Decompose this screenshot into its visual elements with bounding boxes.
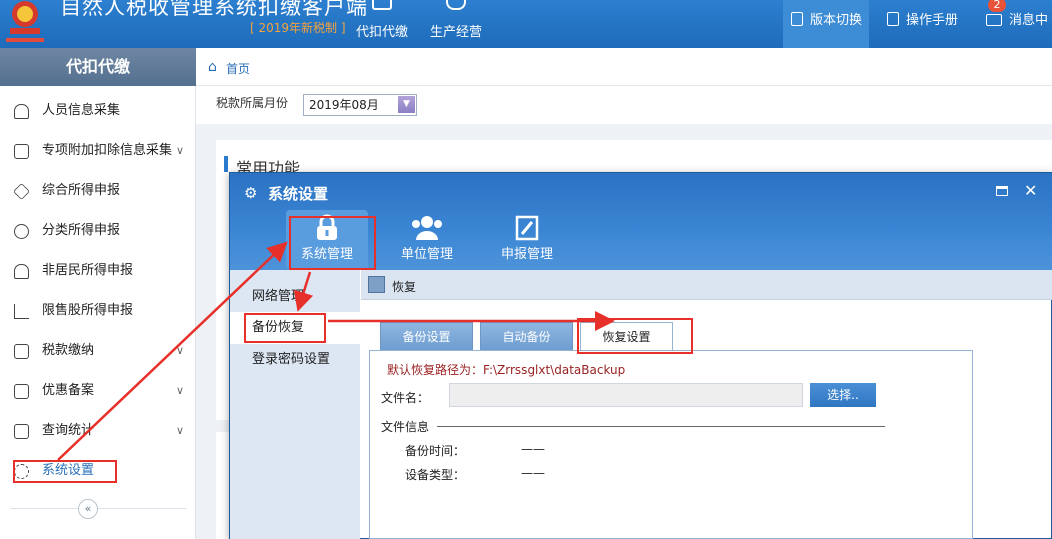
tax-emblem-logo [6, 1, 44, 42]
wallet-icon [372, 0, 392, 10]
dialog-nav-login-password[interactable]: 登录密码设置 [230, 344, 360, 376]
gear-icon: ⚙ [244, 184, 258, 202]
restore-button[interactable]: 恢复 [392, 278, 416, 295]
sidebar-item-classified-income[interactable]: 分类所得申报 [0, 211, 196, 251]
filename-label: 文件名： [381, 391, 430, 405]
manual-label: 操作手册 [906, 13, 959, 28]
app-subtitle: [ 2019年新税制 ] [250, 21, 346, 35]
breadcrumb-home[interactable]: 首页 [226, 60, 250, 77]
sidebar-item-label: 分类所得申报 [42, 223, 121, 238]
dialog-nav-network[interactable]: 网络管理 [230, 281, 360, 313]
device-type-label: 设备类型： [405, 468, 466, 482]
book-icon [887, 12, 899, 26]
sidebar-item-nonresident-income[interactable]: 非居民所得申报 [0, 251, 196, 291]
sidebar-item-tax-payment[interactable]: 税款缴纳 ∨ [0, 331, 196, 371]
version-switch-label: 版本切换 [810, 13, 863, 28]
topnav-daikou-label: 代扣代缴 [355, 25, 408, 40]
sidebar-item-person-info[interactable]: 人员信息采集 [0, 91, 196, 131]
tab-unit-management-label: 单位管理 [400, 247, 453, 262]
annotation-box-backup-restore [244, 313, 326, 343]
filename-input[interactable] [449, 383, 803, 407]
message-count-badge: 2 [988, 0, 1006, 12]
edit-document-icon [515, 215, 539, 241]
restore-icon[interactable] [368, 276, 385, 293]
sidebar-item-query-stats[interactable]: 查询统计 ∨ [0, 411, 196, 451]
bar-chart-icon [14, 304, 29, 319]
sidebar-item-comprehensive-income[interactable]: 综合所得申报 [0, 171, 196, 211]
chevron-down-icon: ∨ [175, 424, 184, 437]
section-marker [224, 156, 228, 172]
pie-icon [14, 224, 29, 239]
default-restore-path: 默认恢复路径为：F:\Zrrssglxt\dataBackup [387, 363, 626, 377]
topnav-shengchan-label: 生产经营 [429, 25, 482, 40]
mail-icon [986, 14, 1002, 26]
document-icon [14, 384, 29, 399]
version-switch-button[interactable]: 版本切换 [783, 0, 869, 48]
dialog-title: 系统设置 [268, 185, 329, 203]
sidebar-item-restricted-shares[interactable]: 限售股所得申报 [0, 291, 196, 331]
sidebar-item-label: 非居民所得申报 [42, 263, 134, 278]
tab-report-management-label: 申报管理 [500, 247, 553, 262]
dialog-toolbar [361, 270, 1052, 300]
device-type-value: —— [521, 466, 545, 480]
app-title: 自然人税收管理系统扣缴客户端 [60, 0, 368, 19]
chevron-down-icon: ∨ [175, 144, 184, 157]
subtab-auto-backup[interactable]: 自动备份 [480, 322, 573, 350]
sidebar-item-label: 优惠备案 [42, 383, 95, 398]
list-icon [14, 144, 29, 159]
subtab-backup-settings[interactable]: 备份设置 [380, 322, 473, 350]
messages-label: 消息中 [1009, 13, 1049, 28]
close-icon[interactable]: ✕ [1024, 181, 1037, 200]
wallet-icon [14, 344, 29, 359]
sidebar-item-label: 税款缴纳 [42, 343, 95, 358]
sidebar-item-special-deduction[interactable]: 专项附加扣除信息采集 ∨ [0, 131, 196, 171]
chevron-down-icon: ∨ [175, 344, 184, 357]
users-icon [412, 216, 442, 240]
sidebar-collapse-button[interactable]: « [78, 499, 98, 519]
sidebar-item-label: 查询统计 [42, 423, 95, 438]
sidebar-item-label: 综合所得申报 [42, 183, 121, 198]
choose-file-button[interactable]: 选择.. [810, 383, 876, 407]
file-info-label: 文件信息 [381, 420, 430, 434]
sidebar-divider [10, 508, 186, 509]
database-icon [446, 0, 466, 10]
sidebar-item-preferential-filing[interactable]: 优惠备案 ∨ [0, 371, 196, 411]
tab-report-management[interactable]: 申报管理 [486, 210, 568, 268]
backup-time-label: 备份时间： [405, 444, 466, 458]
document-icon [791, 12, 803, 26]
sidebar-item-label: 限售股所得申报 [42, 303, 134, 318]
chevron-down-icon: ∨ [175, 384, 184, 397]
breadcrumb [196, 48, 1052, 86]
person-outline-icon [14, 264, 29, 279]
search-list-icon [14, 424, 29, 439]
sidebar-item-label: 人员信息采集 [42, 103, 121, 118]
topnav-daikou[interactable]: 代扣代缴 [350, 0, 414, 48]
manual-button[interactable]: 操作手册 [887, 0, 979, 36]
annotation-box-restore-settings [577, 318, 693, 354]
tab-unit-management[interactable]: 单位管理 [386, 210, 468, 268]
period-label: 税款所属月份 [216, 96, 289, 110]
backup-time-value: —— [521, 442, 545, 456]
home-icon[interactable]: ⌂ [208, 60, 222, 74]
person-icon [14, 104, 29, 119]
sidebar-header: 代扣代缴 [0, 48, 196, 86]
annotation-box-system-settings [13, 460, 117, 483]
file-info-divider [437, 426, 885, 427]
annotation-box-system-management [289, 216, 376, 270]
chevron-down-icon[interactable]: ▼ [398, 96, 415, 113]
sidebar-item-label: 专项附加扣除信息采集 [42, 143, 173, 158]
layers-icon [13, 183, 30, 200]
maximize-icon[interactable] [996, 186, 1008, 196]
topnav-shengchan[interactable]: 生产经营 [424, 0, 488, 48]
